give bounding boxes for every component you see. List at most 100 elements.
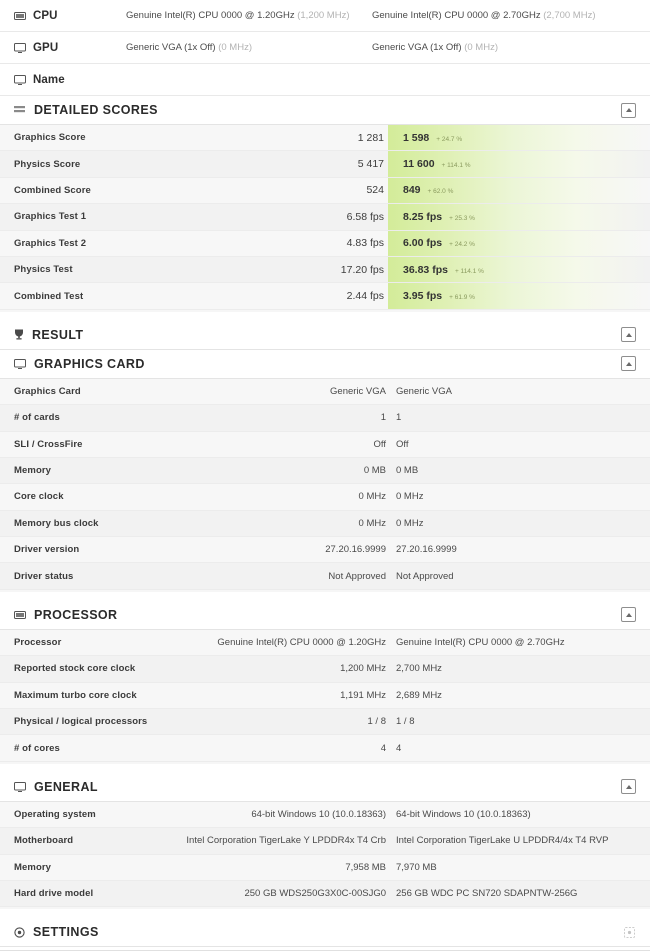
row-value-a: 64-bit Windows 10 (10.0.18363) <box>251 809 386 820</box>
table-row: Graphics Test 1 6.58 fps 8.25 fps + 25.3… <box>0 204 650 231</box>
summary-label-gpu: GPU <box>14 42 126 54</box>
monitor-icon <box>14 781 26 792</box>
expand-button-result[interactable] <box>621 327 636 343</box>
table-row: Combined Score 524 849 + 62.0 % <box>0 177 650 205</box>
row-label: Memory bus clock <box>14 517 99 529</box>
row-value-a: 1 <box>380 412 386 424</box>
section-header-detailed-scores[interactable]: DETAILED SCORES <box>0 96 650 125</box>
table-row: Motherboard Intel Corporation TigerLake … <box>0 828 650 855</box>
section-header-processor[interactable]: PROCESSOR <box>0 600 650 630</box>
table-row: Hard drive model 250 GB WDS250G3X0C-00SJ… <box>0 880 650 908</box>
table-row: # of cores 4 4 <box>0 735 650 762</box>
row-value-b: Genuine Intel(R) CPU 0000 @ 2.70GHz <box>396 637 565 649</box>
row-value-a: 0 MB <box>363 465 386 477</box>
table-row: Operating system 64-bit Windows 10 (10.0… <box>0 801 650 829</box>
row-label: Memory <box>14 861 52 873</box>
section-title-text: GENERAL <box>34 779 98 794</box>
expand-button-detailed-scores[interactable] <box>621 102 636 118</box>
row-value-a: Not Approved <box>328 570 386 582</box>
monitor-icon <box>14 42 26 53</box>
section-header-settings[interactable]: SETTINGS <box>0 918 650 948</box>
expand-button-general[interactable] <box>621 779 636 795</box>
row-label: Combined Test <box>14 290 84 302</box>
expand-button-processor[interactable] <box>621 607 636 623</box>
section-header-graphics-card[interactable]: GRAPHICS CARD <box>0 349 650 379</box>
row-value-b: 1 / 8 <box>396 716 415 728</box>
table-row: Memory 0 MB 0 MB <box>0 457 650 485</box>
row-value-a: 1,200 MHz <box>340 663 386 675</box>
row-value-a: Genuine Intel(R) CPU 0000 @ 1.20GHz <box>217 637 386 649</box>
row-value-a: 27.20.16.9999 <box>325 544 386 556</box>
row-label: # of cards <box>14 412 60 424</box>
row-label: Graphics Test 1 <box>14 211 87 223</box>
row-value-a: 4.83 fps <box>346 237 384 250</box>
chevron-up-icon <box>625 108 632 112</box>
row-label: Maximum turbo core clock <box>14 689 137 701</box>
table-row: Maximum turbo core clock 1,191 MHz 2,689… <box>0 682 650 710</box>
row-label: SLI / CrossFire <box>14 438 83 450</box>
row-value-a: 1 281 <box>357 131 384 144</box>
row-value-b: 2,689 MHz <box>396 689 442 701</box>
row-value-b: 849 + 62.0 % <box>392 184 636 196</box>
row-value-b: 8.25 fps + 25.3 % <box>392 211 636 223</box>
expand-button-graphics-card[interactable] <box>621 356 636 372</box>
row-value-b: 11 600 + 114.1 % <box>392 158 636 170</box>
row-value-a: 1 / 8 <box>367 716 387 728</box>
section-title-text: DETAILED SCORES <box>34 103 158 117</box>
row-value-b: 4 <box>396 742 402 754</box>
bottom-divider <box>0 947 650 951</box>
row-value-b-score: 1 598 <box>403 131 430 144</box>
section-spacer <box>0 909 650 919</box>
row-value-b-score: 11 600 <box>403 158 435 171</box>
row-value-b: 3.95 fps + 61.9 % <box>392 290 636 302</box>
row-label: Operating system <box>14 809 96 820</box>
section-spacer <box>0 763 650 773</box>
row-label: Hard drive model <box>14 888 94 900</box>
row-label: Driver version <box>14 544 80 556</box>
section-title-wrap: GENERAL <box>14 780 621 794</box>
row-value-b-delta: + 61.9 % <box>449 294 475 302</box>
summary-gpu-value-b-main: Generic VGA (1x Off) <box>372 42 462 53</box>
row-value-b-delta: + 62.0 % <box>427 188 454 196</box>
monitor-icon <box>14 74 26 85</box>
chevron-up-icon <box>625 784 632 789</box>
row-value-a: 2.44 fps <box>346 290 384 303</box>
chevron-up-icon <box>625 612 632 617</box>
table-row: SLI / CrossFire Off Off <box>0 431 650 458</box>
section-header-result[interactable]: RESULT <box>0 320 650 350</box>
expand-button-settings[interactable] <box>623 926 636 939</box>
row-value-a: 5 417 <box>357 158 384 171</box>
row-value-b: 1 598 + 24.7 % <box>392 132 636 144</box>
summary-label-text: CPU <box>33 9 58 22</box>
section-header-general[interactable]: GENERAL <box>0 772 650 802</box>
row-label: Core clock <box>14 491 64 503</box>
row-value-b: 1 <box>396 412 402 424</box>
table-row: # of cards 1 1 <box>0 405 650 432</box>
table-graphics-card: Graphics Card Generic VGA Generic VGA # … <box>0 378 650 592</box>
summary-row-gpu: GPU Generic VGA (1x Off) (0 MHz) Generic… <box>0 32 650 64</box>
row-value-a: Off <box>373 438 387 450</box>
row-value-b: 0 MHz <box>396 517 424 529</box>
table-row: Physical / logical processors 1 / 8 1 / … <box>0 709 650 736</box>
row-label: Memory <box>14 465 52 477</box>
trophy-icon <box>14 329 24 340</box>
row-value-a: 524 <box>366 184 384 197</box>
summary-label-text: GPU <box>33 41 59 54</box>
row-value-b: Not Approved <box>396 570 454 582</box>
row-label: Driver status <box>14 570 74 582</box>
table-row: Processor Genuine Intel(R) CPU 0000 @ 1.… <box>0 629 650 657</box>
row-value-b: 0 MHz <box>396 491 424 503</box>
cpu-icon <box>14 11 26 21</box>
summary-gpu-value-a: Generic VGA (1x Off) (0 MHz) <box>126 42 372 53</box>
row-value-b: 256 GB WDC PC SN720 SDAPNTW-256G <box>396 888 578 900</box>
summary-rows: CPU Genuine Intel(R) CPU 0000 @ 1.20GHz … <box>0 0 650 96</box>
table-row: Graphics Score 1 281 1 598 + 24.7 % <box>0 125 650 152</box>
row-value-b: 27.20.16.9999 <box>396 544 457 556</box>
row-label: Physics Score <box>14 158 81 170</box>
row-value-b-delta: + 24.2 % <box>449 241 475 249</box>
row-value-b-score: 8.25 fps <box>403 210 443 223</box>
row-value-b: Generic VGA <box>396 385 452 397</box>
summary-label-text: Name <box>33 73 65 86</box>
row-value-a: 0 MHz <box>358 491 386 503</box>
section-title-wrap: DETAILED SCORES <box>14 103 621 117</box>
